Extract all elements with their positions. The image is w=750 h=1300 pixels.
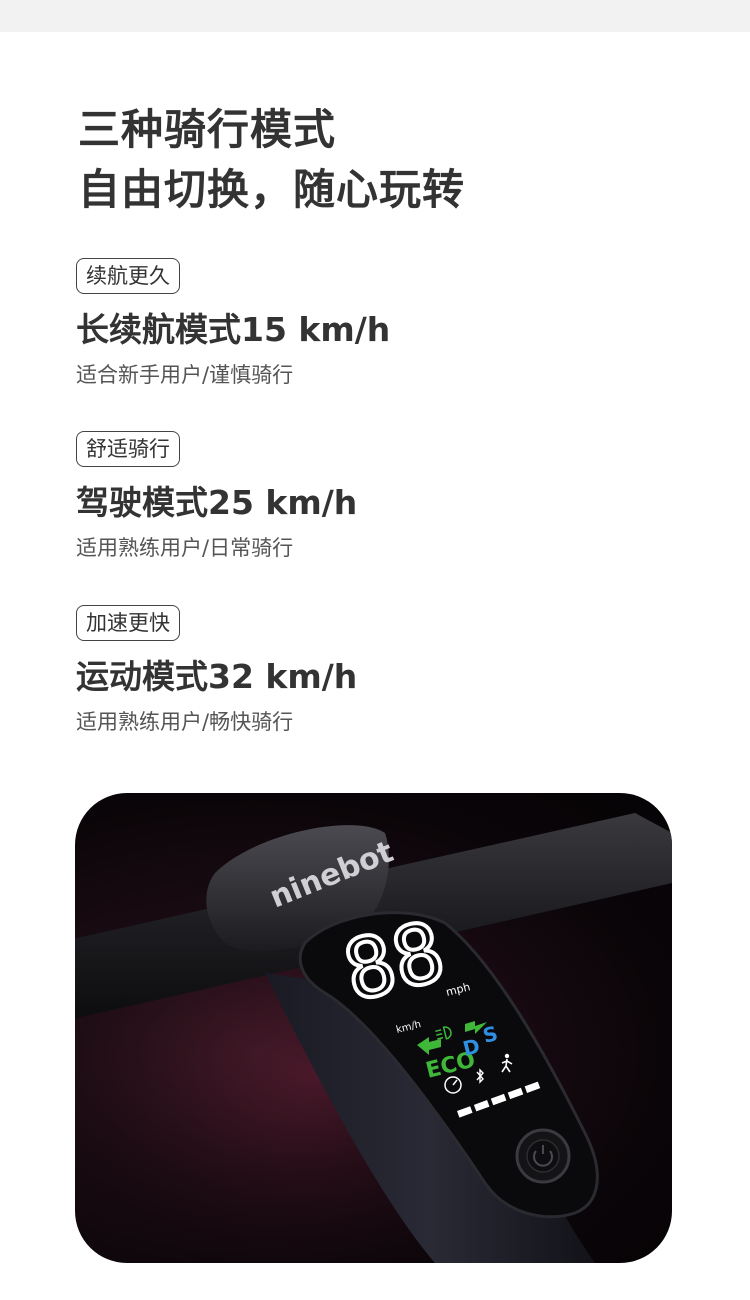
mode-description: 适合新手用户/谨慎骑行 — [76, 363, 294, 387]
mode-tag: 加速更快 — [76, 605, 180, 641]
mode-long-range: 续航更久 长续航模式15 km/h 适合新手用户/谨慎骑行 — [76, 258, 390, 390]
mode-description: 适用熟练用户/日常骑行 — [76, 536, 294, 560]
mode-title: 驾驶模式25 km/h — [76, 483, 358, 522]
mode-title: 运动模式32 km/h — [76, 657, 358, 696]
scooter-dashboard-photo: ninebot 88 mph km/h ECO D S — [75, 793, 672, 1263]
power-button — [515, 1128, 571, 1184]
headline: 三种骑行模式 自由切换，随心玩转 — [78, 100, 465, 220]
mode-sport: 加速更快 运动模式32 km/h 适用熟练用户/畅快骑行 — [76, 605, 357, 737]
mode-tag: 舒适骑行 — [76, 431, 180, 467]
mode-tag: 续航更久 — [76, 258, 180, 294]
dashboard-illustration: ninebot 88 mph km/h ECO D S — [75, 793, 672, 1263]
headline-line-2: 自由切换，随心玩转 — [78, 165, 466, 214]
headline-line-1: 三种骑行模式 — [78, 105, 337, 154]
mode-description: 适用熟练用户/畅快骑行 — [76, 710, 294, 734]
mode-drive: 舒适骑行 驾驶模式25 km/h 适用熟练用户/日常骑行 — [76, 431, 357, 563]
top-bar — [0, 0, 750, 32]
mode-title: 长续航模式15 km/h — [76, 310, 391, 349]
